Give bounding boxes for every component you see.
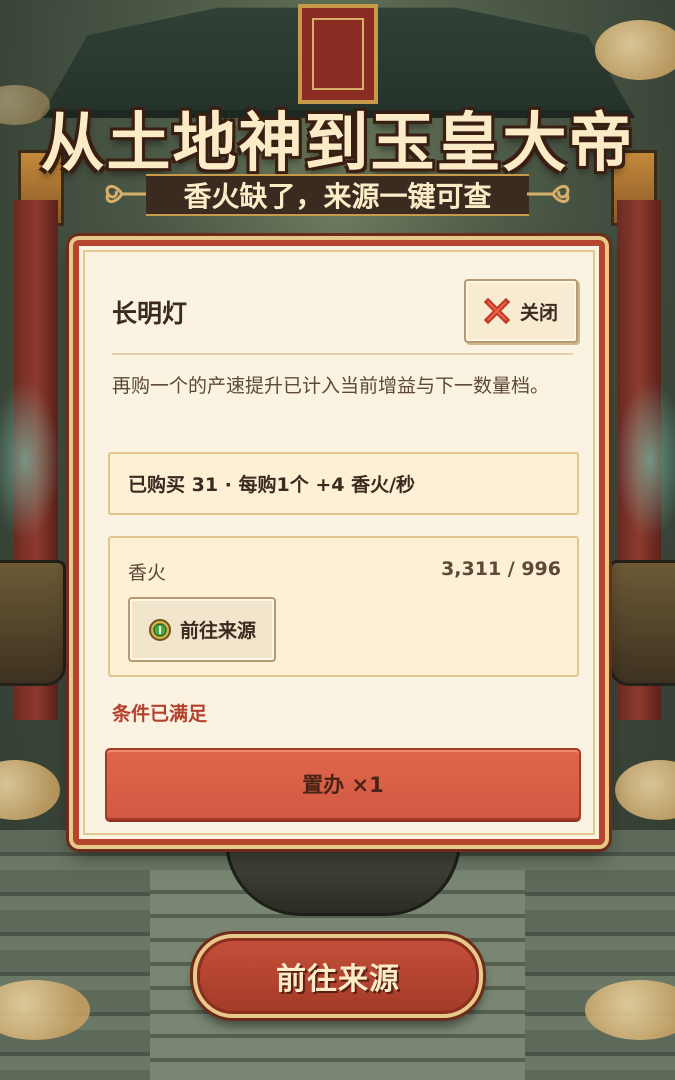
temple-plaque [298, 4, 378, 104]
resource-amount: 3,311 / 996 [441, 558, 561, 580]
title-divider [112, 353, 573, 355]
goto-source-button[interactable]: 前往来源 [128, 597, 276, 662]
requirement-box: 香火 3,311 / 996 前往来源 [108, 536, 579, 677]
scroll-ornament-icon [527, 185, 570, 203]
censer-left [0, 560, 66, 686]
item-description: 再购一个的产速提升已计入当前增益与下一数量档。 [112, 375, 550, 397]
cloud-ornament [595, 20, 675, 80]
scroll-ornament-icon [105, 185, 148, 203]
close-button[interactable]: 关闭 [464, 279, 578, 343]
subtitle-text: 香火缺了，来源一键可查 [183, 180, 492, 213]
goto-source-label: 前往来源 [179, 620, 256, 642]
goto-source-main-button[interactable]: 前往来源 [193, 934, 483, 1018]
purchase-info-text: 已购买 31 · 每购1个 +4 香火/秒 [128, 474, 416, 496]
item-detail-dialog: 长明灯 关闭 再购一个的产速提升已计入当前增益与下一数量档。 已购买 31 · … [73, 240, 605, 845]
close-label: 关闭 [519, 301, 558, 324]
incense-smoke-left [0, 380, 60, 540]
censer-right [609, 560, 675, 686]
subtitle-banner: 香火缺了，来源一键可查 [146, 174, 529, 216]
buy-button[interactable]: 置办 ×1 [105, 748, 581, 820]
purchase-info: 已购买 31 · 每购1个 +4 香火/秒 [108, 452, 579, 515]
status-text: 条件已满足 [112, 703, 208, 725]
buy-label: 置办 ×1 [302, 773, 384, 797]
item-name: 长明灯 [112, 299, 188, 328]
coin-icon [148, 618, 171, 641]
resource-name: 香火 [128, 562, 167, 584]
incense-smoke-right [615, 380, 675, 540]
close-icon [483, 298, 510, 324]
game-title: 从土地神到玉皇大帝 [40, 106, 635, 181]
goto-source-main-label: 前往来源 [276, 962, 400, 997]
